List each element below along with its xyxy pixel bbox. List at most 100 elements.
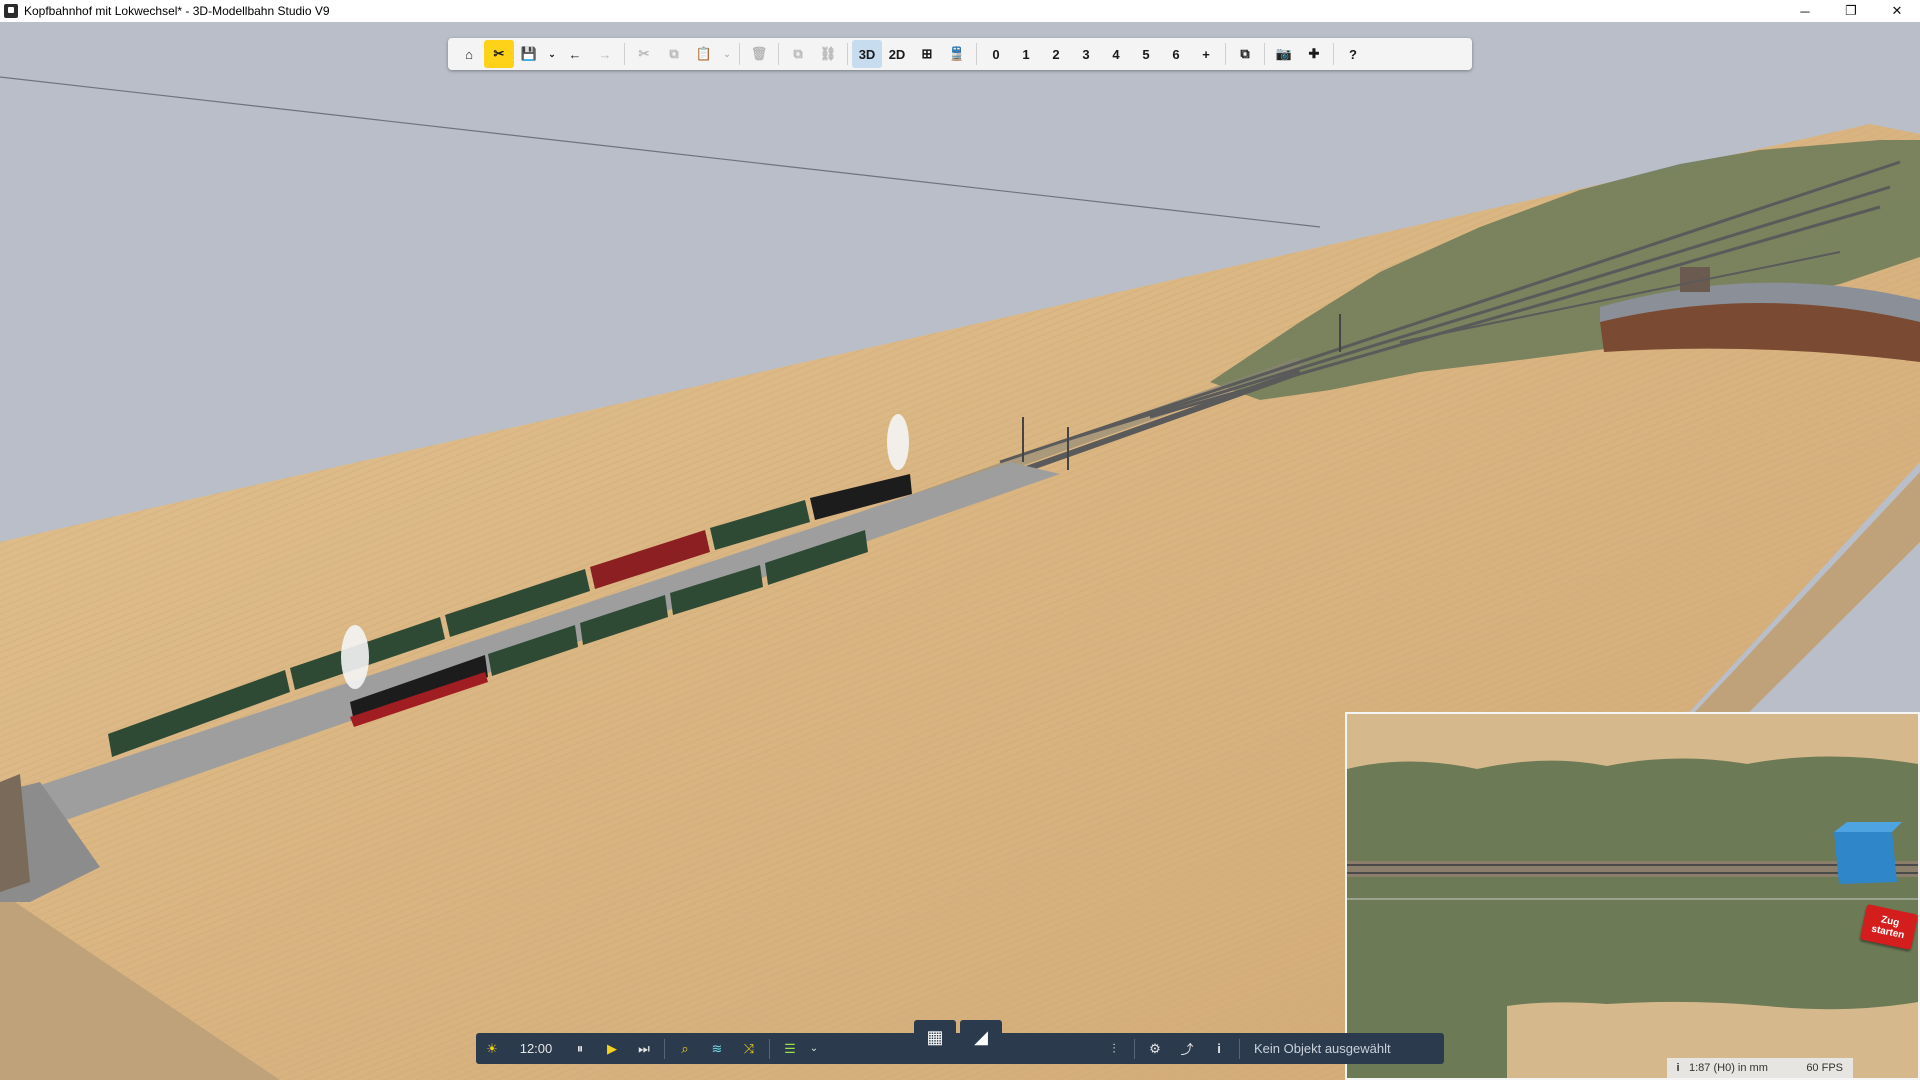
grid-button[interactable]: ⊞ <box>912 40 942 68</box>
search-icon: ⌕ <box>681 1040 689 1056</box>
play-icon: ▶ <box>607 1040 617 1056</box>
info-button[interactable]: i <box>1203 1033 1235 1064</box>
layer-1-button[interactable]: 1 <box>1011 40 1041 68</box>
toolbar-separator <box>778 43 779 65</box>
scissors-icon: ✂ <box>638 46 650 61</box>
add-layer-button[interactable]: + <box>1191 40 1221 68</box>
steam-upper <box>887 414 909 470</box>
gear-icon: ⚙ <box>1149 1040 1161 1056</box>
cut-button[interactable]: ✂ <box>629 40 659 68</box>
layer-3-button[interactable]: 3 <box>1071 40 1101 68</box>
windows-button[interactable]: ⧉ <box>1230 40 1260 68</box>
layer-4-button[interactable]: 4 <box>1101 40 1131 68</box>
save-icon: 💾 <box>520 46 538 61</box>
view-3d-button[interactable]: 3D <box>852 40 882 68</box>
layer-2-button[interactable]: 2 <box>1041 40 1071 68</box>
arrow-right-icon: → <box>598 46 612 62</box>
layers-icon: ≋ <box>711 1040 723 1056</box>
screenshot-button[interactable]: 📷 <box>1269 40 1299 68</box>
sliders-button[interactable]: ⫶ <box>1098 1033 1130 1064</box>
pause-button[interactable]: ⏸ <box>564 1033 596 1064</box>
camera-preview-window[interactable]: Zug starten <box>1345 712 1920 1080</box>
help-button[interactable]: ? <box>1338 40 1368 68</box>
plugins-button[interactable]: ✚ <box>1299 40 1329 68</box>
scale-info-bar: i 1:87 (H0) in mm 60 FPS <box>1667 1058 1853 1078</box>
time-display[interactable]: 12:00 <box>508 1033 564 1064</box>
restore-button[interactable]: ❐ <box>1828 0 1874 22</box>
step-button[interactable]: ⏭ <box>628 1033 660 1064</box>
daytime-button[interactable]: ☀ <box>476 1033 508 1064</box>
settings-button[interactable]: ⚙ <box>1139 1033 1171 1064</box>
plus-icon: + <box>1202 46 1210 62</box>
main-toolbar: ⌂ ✂ 💾 ⌄ ← → ✂ ⧉ 📋 ⌄ 🗑 ⧉ ⛓ 3D 2D ⊞ 🚆 0 1 … <box>448 38 1472 70</box>
toolbar-separator <box>847 43 848 65</box>
toolbar-separator <box>976 43 977 65</box>
home-icon: ⌂ <box>465 46 473 62</box>
link-icon: ⛓ <box>819 46 837 61</box>
search-button[interactable]: ⌕ <box>669 1033 701 1064</box>
home-button[interactable]: ⌂ <box>454 40 484 68</box>
view-2d-button[interactable]: 2D <box>882 40 912 68</box>
tools-button[interactable]: ✂ <box>484 40 514 68</box>
chevron-down-icon: ⌄ <box>548 48 556 59</box>
camera-icon: 📷 <box>1275 46 1293 61</box>
save-button[interactable]: 💾 <box>514 40 544 68</box>
tools-icon: ✂ <box>493 46 505 61</box>
toolbar-separator <box>739 43 740 65</box>
redo-button[interactable]: → <box>590 40 620 68</box>
window-title: Kopfbahnhof mit Lokwechsel* - 3D-Modellb… <box>24 4 330 18</box>
train-view-button[interactable]: 🚆 <box>942 40 972 68</box>
step-forward-icon: ⏭ <box>638 1040 650 1056</box>
preview-ballast <box>1347 861 1918 877</box>
pause-icon: ⏸ <box>576 1040 584 1056</box>
puzzle-icon: ✚ <box>1308 46 1320 61</box>
clipboard-icon: 📋 <box>695 46 713 61</box>
fps-counter: 60 FPS <box>1806 1062 1843 1074</box>
bottombar-separator <box>1134 1038 1135 1059</box>
bottombar-separator <box>769 1038 770 1059</box>
layers-button[interactable]: ≋ <box>701 1033 733 1064</box>
list-dropdown-button[interactable]: ⌄ <box>806 1033 822 1064</box>
toolbar-separator <box>1225 43 1226 65</box>
link-button[interactable]: ⛓ <box>813 40 843 68</box>
info-icon: i <box>1676 1062 1680 1074</box>
trash-icon: 🗑 <box>750 46 768 61</box>
arrow-left-icon: ← <box>568 46 582 62</box>
layer-5-button[interactable]: 5 <box>1131 40 1161 68</box>
paste-dropdown-button[interactable]: ⌄ <box>719 40 735 68</box>
list-button[interactable]: ☰ <box>774 1033 806 1064</box>
copy-button[interactable]: ⧉ <box>659 40 689 68</box>
info-icon: i <box>1217 1041 1221 1056</box>
delete-button[interactable]: 🗑 <box>744 40 774 68</box>
layer-0-button[interactable]: 0 <box>981 40 1011 68</box>
chevron-down-icon: ⌄ <box>723 48 731 59</box>
status-text: Kein Objekt ausgewählt <box>1254 1041 1391 1056</box>
duplicate-button[interactable]: ⧉ <box>783 40 813 68</box>
sliders-icon: ⫶ <box>1112 1040 1116 1056</box>
copy-icon: ⧉ <box>669 46 679 61</box>
sun-icon: ☀ <box>486 1040 498 1056</box>
minimize-button[interactable]: ─ <box>1782 0 1828 22</box>
bottombar-separator <box>1239 1038 1240 1059</box>
track-switch-icon: ⤴ <box>1180 1042 1194 1057</box>
grid-view-button[interactable]: ▦ <box>914 1020 956 1054</box>
toolbar-separator <box>1333 43 1334 65</box>
scale-text: 1:87 (H0) in mm <box>1689 1062 1768 1074</box>
terrain-icon: ◢ <box>974 1026 988 1047</box>
grid-view-icon: ▦ <box>926 1026 944 1047</box>
close-button[interactable]: ✕ <box>1874 0 1920 22</box>
play-button[interactable]: ▶ <box>596 1033 628 1064</box>
save-dropdown-button[interactable]: ⌄ <box>544 40 560 68</box>
tracks-button[interactable]: ⤴ <box>1171 1033 1203 1064</box>
chevron-down-icon: ⌄ <box>809 1043 819 1054</box>
windows-icon: ⧉ <box>1240 46 1250 61</box>
terrain-button[interactable]: ◢ <box>960 1020 1002 1054</box>
bottombar-separator <box>664 1038 665 1059</box>
camera-preview-render <box>1347 714 1918 1078</box>
train-icon: 🚆 <box>948 46 966 61</box>
undo-button[interactable]: ← <box>560 40 590 68</box>
layer-6-button[interactable]: 6 <box>1161 40 1191 68</box>
shuffle-button[interactable]: ⤨ <box>733 1033 765 1064</box>
shuffle-icon: ⤨ <box>743 1040 755 1056</box>
paste-button[interactable]: 📋 <box>689 40 719 68</box>
